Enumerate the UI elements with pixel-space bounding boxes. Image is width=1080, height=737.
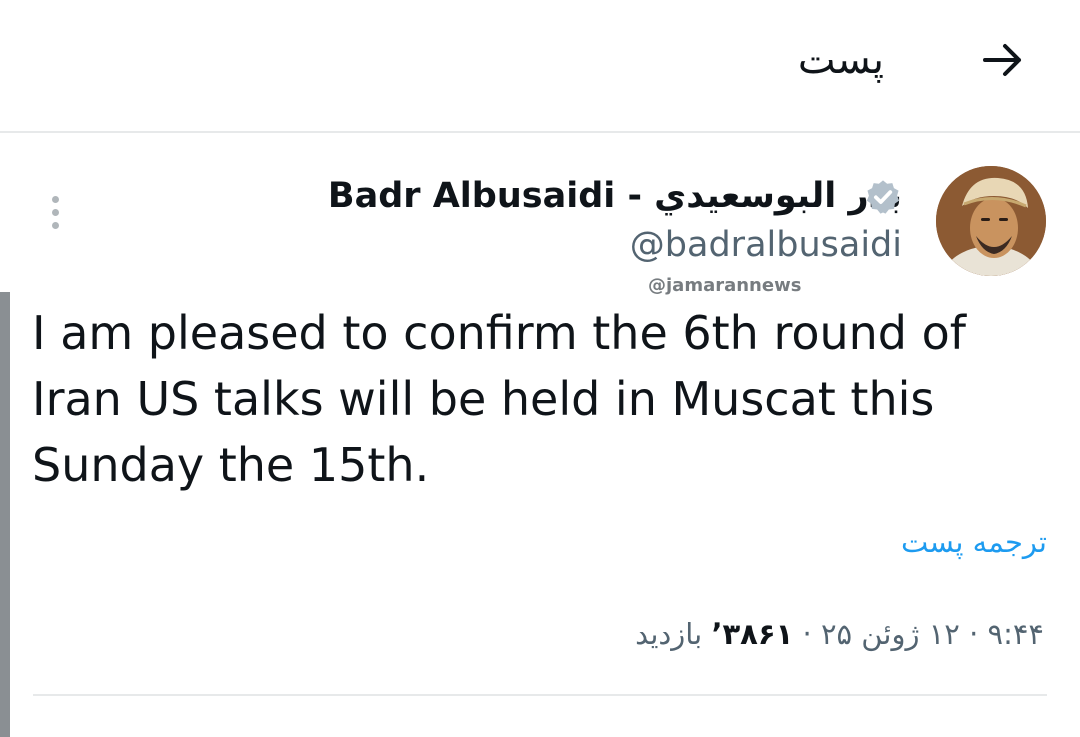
- more-options-button[interactable]: [38, 188, 72, 236]
- divider: [33, 694, 1047, 696]
- avatar-image: [936, 166, 1046, 276]
- views-label: بازدید: [635, 617, 703, 651]
- translate-post-link[interactable]: ترجمه پست: [901, 522, 1047, 562]
- more-dot-icon: [51, 208, 59, 216]
- tweet-text: I am pleased to confirm the 6th round of…: [32, 306, 966, 492]
- verified-badge-icon: [866, 180, 900, 214]
- meta-separator: ·: [969, 617, 979, 651]
- page-title: پست: [797, 37, 884, 83]
- meta-separator: ·: [802, 617, 812, 651]
- top-app-bar: پست: [0, 0, 1080, 133]
- more-dot-icon: [51, 195, 59, 203]
- arrow-right-icon: [983, 44, 1021, 76]
- avatar[interactable]: [936, 166, 1046, 276]
- author-display-name[interactable]: Badr Albusaidi - بدر البوسعيدي: [328, 172, 902, 220]
- views-count: ۳۸۶۱’: [711, 617, 794, 651]
- watermark: @jamarannews: [648, 275, 802, 296]
- tweet-date[interactable]: ۱۲ ژوئن ۲۵: [821, 617, 960, 651]
- tweet-time[interactable]: ۹:۴۴: [988, 617, 1045, 651]
- scrollbar[interactable]: [0, 292, 10, 737]
- back-button[interactable]: [975, 32, 1031, 88]
- tweet-metadata: ۹:۴۴ · ۱۲ ژوئن ۲۵ · ۳۸۶۱’ بازدید: [635, 612, 1044, 656]
- author-handle[interactable]: @badralbusaidi: [630, 223, 902, 267]
- more-dot-icon: [51, 221, 59, 229]
